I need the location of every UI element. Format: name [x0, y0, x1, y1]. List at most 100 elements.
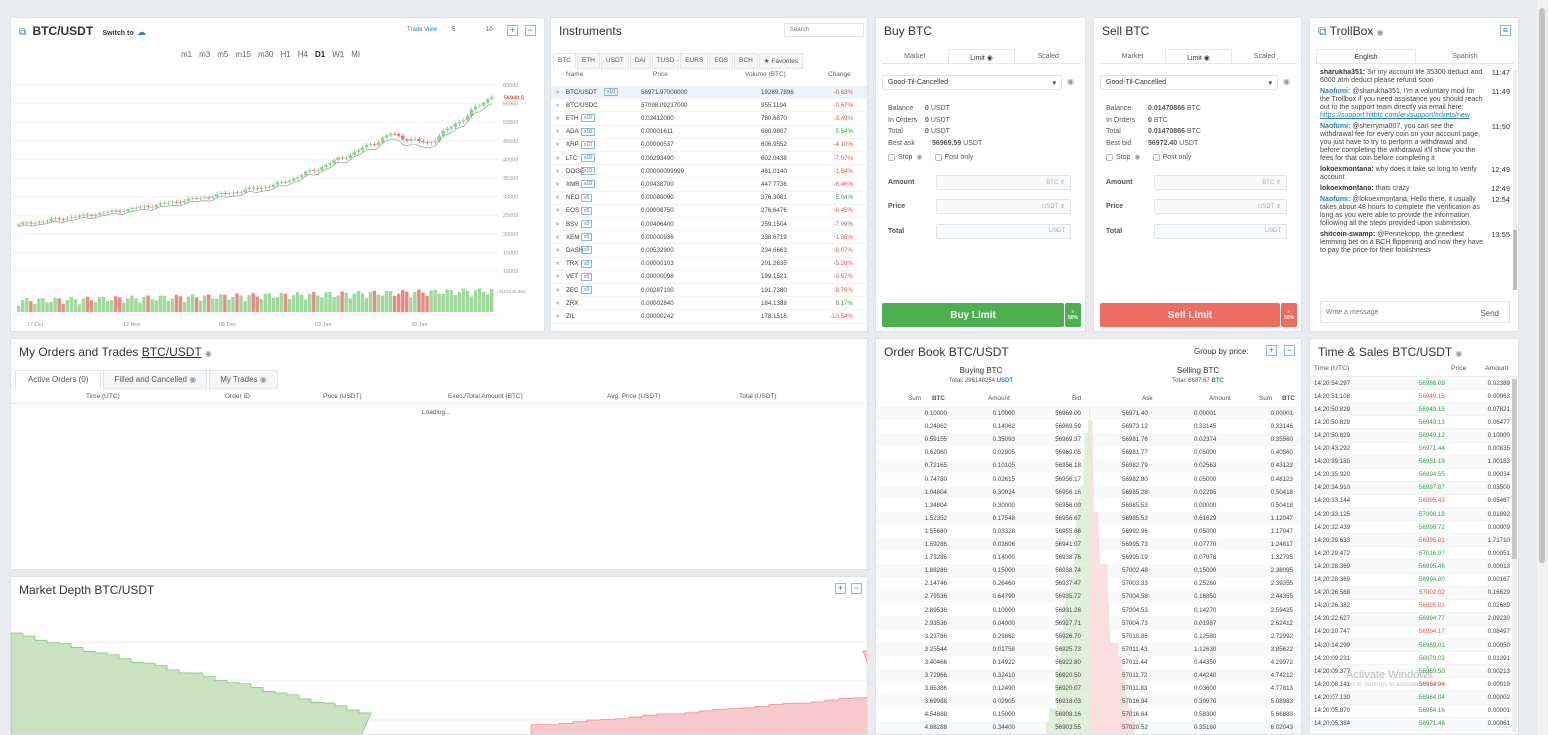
col-change[interactable]: Change — [828, 71, 851, 78]
bid-price[interactable]: 56969.00 — [1055, 410, 1081, 417]
orderbook-row[interactable]: 1.59286 0.03606 56941.07 56995.73 0.07770 1.2… — [876, 538, 1301, 551]
instrument-tab-5[interactable]: EURS — [680, 53, 709, 69]
ask-price[interactable]: 57011.83 — [1122, 685, 1147, 692]
chat-user[interactable]: Naofumi: — [1320, 88, 1352, 95]
orderbook-row[interactable]: 3.72966 0.32410 56920.50 57011.72 0.44240 4.7… — [876, 669, 1301, 682]
instrument-row[interactable]: ★ XEM x5 0.00000936 238.6719 -1.06% — [551, 231, 867, 245]
sell-options[interactable]: Stop ◉ Post only — [1106, 153, 1191, 161]
instrument-row[interactable]: ★ ETH x10 0.03412000 780.6870 -3.49% — [551, 112, 867, 126]
buy-tab-market[interactable]: Market — [882, 49, 948, 63]
buy-order-type-select[interactable]: Good-Til-Cancelled ▾ — [882, 75, 1062, 90]
bid-price[interactable]: 56969.05 — [1055, 449, 1081, 456]
sell-order-type-select[interactable]: Good-Til-Cancelled ▾ — [1100, 75, 1278, 90]
bid-price[interactable]: 56969.37 — [1055, 436, 1081, 443]
tab-spanish[interactable]: Spanish — [1416, 49, 1514, 63]
ask-price[interactable]: 56995.19 — [1122, 554, 1148, 561]
bid-price[interactable]: 56941.07 — [1055, 541, 1081, 548]
orderbook-row[interactable]: 3.69988 0.02905 56918.03 57016.94 0.30970 5.0… — [876, 695, 1301, 708]
star-icon[interactable]: ★ — [555, 234, 561, 241]
instrument-tab-7[interactable]: BCH — [734, 53, 758, 69]
ask-price[interactable]: 56985.53 — [1122, 502, 1148, 509]
orderbook-row[interactable]: 3.23786 0.29862 56926.70 57010.86 0.12580 2.7… — [876, 630, 1301, 643]
chat-user[interactable]: lokoexmontana: — [1320, 185, 1376, 192]
tab-english[interactable]: English — [1316, 49, 1416, 63]
instrument-tab-8[interactable]: ★ Favorites — [758, 53, 804, 69]
instrument-row[interactable]: ★ BTC/USDT x10 56971.97000000 19289.7896 -0.6… — [551, 86, 867, 100]
bid-price[interactable]: 56956.67 — [1055, 515, 1081, 522]
instrument-row[interactable]: ★ NEO x5 0.00080090 376.3081 5.04% — [551, 192, 867, 205]
orderbook-row[interactable]: 0.72165 0.10105 56956.18 56982.79 0.02563 0.4… — [876, 459, 1301, 472]
depth-chart[interactable]: 15001000500 — [11, 577, 868, 735]
chat-user[interactable]: Naofumi: — [1320, 196, 1352, 203]
orderbook-row[interactable]: 0.10000 0.10000 56969.00 56971.40 0.00001 0.0… — [876, 407, 1301, 420]
orderbook-row[interactable]: 1.34804 0.30000 56956.00 56985.53 0.00000 0.5… — [876, 499, 1301, 512]
buy-total-input[interactable]: USDT — [936, 224, 1071, 239]
buy-amount-input[interactable]: BTC ⇕ — [936, 175, 1071, 190]
ask-price[interactable]: 56971.40 — [1122, 410, 1148, 417]
chat-user[interactable]: lokoexmontana: — [1320, 166, 1376, 173]
col-volume[interactable]: Volume (BTC) — [745, 71, 786, 78]
instrument-tab-0[interactable]: BTC — [553, 53, 576, 69]
tab-filled-cancelled[interactable]: Filled and Cancelled ◉ — [103, 370, 208, 389]
ask-price[interactable]: 57010.86 — [1122, 633, 1148, 640]
instrument-row[interactable]: ★ XRP x10 0.00000537 606.9552 -4.10% — [551, 139, 867, 152]
bid-price[interactable]: 56937.47 — [1055, 580, 1081, 587]
bid-price[interactable]: 56935.72 — [1055, 593, 1081, 600]
sell-tab-scaled[interactable]: Scaled — [1232, 49, 1297, 63]
instrument-row[interactable]: ★ BTC/USDC 57098.09237000 955.1194 -0.67% — [551, 99, 867, 113]
chat-user[interactable]: Naofumi: — [1320, 123, 1352, 130]
instrument-row[interactable]: ★ ZRX 0.00002840 184.1388 8.17% — [551, 297, 867, 311]
ask-price[interactable]: 57004.73 — [1122, 620, 1148, 627]
orderbook-row[interactable]: 3.85386 0.12490 56920.07 57011.83 0.03600 4.7… — [876, 682, 1301, 695]
ask-price[interactable]: 56982.79 — [1122, 462, 1148, 469]
orderbook-row[interactable]: 1.04804 0.30024 56956.16 56985.28 0.02295 0.5… — [876, 486, 1301, 499]
buy-tab-scaled[interactable]: Scaled — [1015, 49, 1081, 63]
ask-price[interactable]: 57011.44 — [1122, 659, 1147, 666]
instrument-row[interactable]: ★ ZEC x5 0.00287100 191.7380 -8.76% — [551, 284, 867, 298]
star-icon[interactable]: ★ — [555, 260, 561, 267]
col-name[interactable]: Name — [566, 71, 583, 78]
star-icon[interactable]: ★ — [555, 194, 561, 201]
bid-price[interactable]: 56956.16 — [1055, 489, 1081, 496]
orderbook-row[interactable]: 4.88288 0.34400 56903.55 57020.52 0.35160 6.0… — [876, 721, 1301, 734]
star-icon[interactable]: ★ — [555, 207, 561, 214]
ask-price[interactable]: 57016.94 — [1122, 698, 1148, 705]
instrument-tab-1[interactable]: ETH — [577, 53, 600, 69]
ask-price[interactable]: 56985.28 — [1122, 489, 1148, 496]
buy-tab-limit[interactable]: Limit ◉ — [947, 49, 1016, 63]
star-icon[interactable]: ★ — [555, 115, 561, 122]
bid-price[interactable]: 56926.70 — [1055, 633, 1081, 640]
bid-price[interactable]: 56956.17 — [1055, 476, 1081, 483]
buy-limit-button[interactable]: Buy Limit — [882, 303, 1064, 327]
instrument-row[interactable]: ★ TRX x5 0.00000103 201.2635 -5.28% — [551, 258, 867, 271]
instrument-tab-6[interactable]: EOS — [709, 53, 734, 69]
ask-price[interactable]: 57004.58 — [1122, 593, 1148, 600]
bid-price[interactable]: 56938.74 — [1055, 567, 1081, 574]
orderbook-row[interactable]: 0.24062 0.14062 56969.59 56973.12 0.33145 0.3… — [876, 420, 1301, 433]
ask-price[interactable]: 56982.80 — [1122, 476, 1148, 483]
ask-price[interactable]: 57003.33 — [1122, 580, 1148, 587]
buy-percent-button[interactable]: ≡ 50% — [1065, 303, 1081, 327]
orderbook-row[interactable]: 0.59155 0.35093 56969.37 56981.76 0.02374 0.3… — [876, 433, 1301, 446]
send-button[interactable]: Send — [1480, 309, 1499, 318]
bid-price[interactable]: 56969.59 — [1055, 423, 1081, 430]
instruments-search-input[interactable]: Search — [784, 23, 864, 37]
star-icon[interactable]: ★ — [555, 128, 561, 135]
star-icon[interactable]: ★ — [555, 247, 561, 254]
instrument-tab-2[interactable]: USDT — [601, 53, 629, 69]
orderbook-row[interactable]: 3.25544 0.01758 56925.73 57011.43 1.12630 3.8… — [876, 643, 1301, 656]
bid-price[interactable]: 56956.00 — [1055, 502, 1081, 509]
ask-price[interactable]: 56981.77 — [1122, 449, 1148, 456]
ask-price[interactable]: 56992.96 — [1122, 528, 1148, 535]
orderbook-row[interactable]: 2.89536 0.10000 56931.28 57004.53 0.14270 2.5… — [876, 604, 1301, 617]
ask-price[interactable]: 57011.43 — [1122, 646, 1147, 653]
instrument-row[interactable]: ★ VET x5 0.00000098 199.1521 -9.57% — [551, 271, 867, 284]
instrument-tab-4[interactable]: TUSD — [651, 53, 680, 69]
instrument-row[interactable]: ★ EOS x5 0.00008750 276.6476 -6.45% — [551, 205, 867, 218]
orderbook-row[interactable]: 1.88286 0.15000 56938.74 57002.48 0.15000 2.3… — [876, 564, 1301, 577]
ask-price[interactable]: 57011.72 — [1122, 672, 1147, 679]
instrument-row[interactable]: ★ BSV x5 0.00406400 259.1504 -7.09% — [551, 218, 867, 232]
ask-price[interactable]: 57020.52 — [1122, 724, 1148, 731]
ask-price[interactable]: 57002.48 — [1122, 567, 1148, 574]
sell-percent-button[interactable]: ≡ 50% — [1281, 303, 1297, 327]
